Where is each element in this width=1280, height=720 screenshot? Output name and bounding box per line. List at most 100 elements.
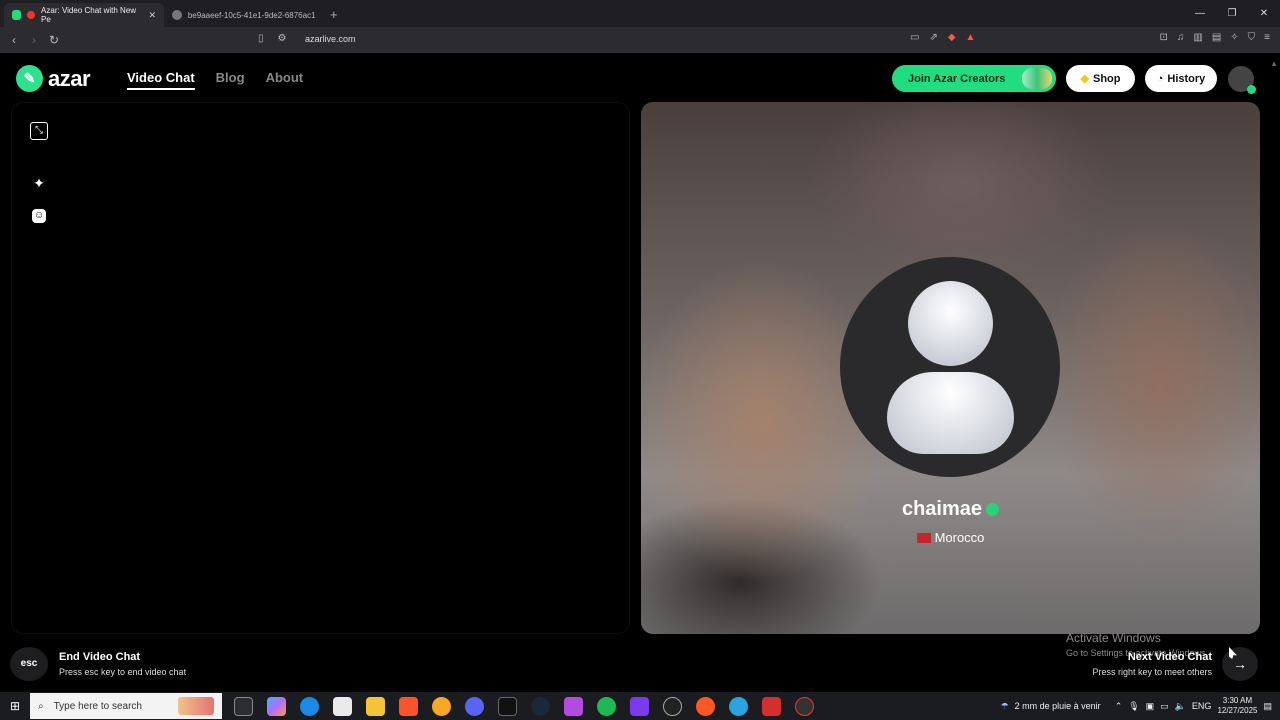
site-info-icon[interactable]: ⚙ — [278, 33, 287, 44]
avatar-head-icon — [908, 281, 993, 366]
face-sticker-icon[interactable]: ☺ — [32, 209, 46, 223]
window-controls: — ❐ ✕ — [1184, 0, 1280, 27]
screenshot-icon[interactable]: ⊡ — [1159, 32, 1167, 43]
creators-label: Join Azar Creators — [908, 72, 1006, 85]
nav-about[interactable]: About — [266, 70, 304, 90]
close-window-icon[interactable]: ✕ — [1248, 0, 1280, 27]
tab-title: Azar: Video Chat with New Pe — [41, 6, 137, 24]
peer-country: Morocco — [641, 530, 1260, 545]
windows-start-icon[interactable]: ⊞ — [0, 699, 30, 713]
sidebar-icon[interactable]: ▥ — [1193, 32, 1202, 43]
microphone-icon[interactable]: 🎙 — [1128, 701, 1139, 712]
task-view-icon[interactable] — [234, 696, 253, 716]
history-button[interactable]: ◔ History — [1145, 65, 1217, 92]
steam-icon[interactable] — [531, 696, 550, 716]
game-app-icon[interactable] — [762, 696, 781, 716]
shop-label: Shop — [1092, 72, 1121, 85]
maximize-icon[interactable]: ❐ — [1216, 0, 1248, 27]
nav-video-chat[interactable]: Video Chat — [127, 70, 195, 90]
copilot-icon[interactable] — [267, 696, 286, 716]
address-bar: ‹ › ↻ ▯ ⚙ azarlive.com ▭ ⇗ ◆ ▲ ⊡ ♫ ▥ ▤ ✧… — [0, 27, 1280, 53]
minimize-view-icon[interactable]: ⤡ — [30, 122, 48, 140]
forward-icon[interactable]: › — [24, 33, 44, 47]
weather-rain-icon: ☂ — [1000, 700, 1009, 711]
video-app-icon[interactable] — [564, 696, 583, 716]
search-highlight-icon — [178, 697, 214, 715]
wallet-icon[interactable]: ▤ — [1212, 32, 1221, 43]
network-icon[interactable]: ▭ — [1160, 701, 1169, 712]
diamond-icon: ◆ — [1080, 73, 1089, 85]
capcut-icon[interactable] — [498, 696, 517, 716]
search-placeholder: Type here to search — [53, 700, 142, 712]
profile-avatar[interactable] — [1228, 66, 1256, 94]
sparkle-effects-icon[interactable]: ✦ — [30, 174, 48, 192]
vpn-icon[interactable]: ⛉ — [1248, 32, 1256, 43]
menu-icon[interactable]: ≡ — [1264, 32, 1270, 43]
end-chat-key-button[interactable]: esc — [10, 647, 48, 681]
spotify-icon[interactable] — [597, 696, 616, 716]
taskbar-apps — [234, 696, 814, 716]
system-tray: ☂ 2 mm de pluie à venir ⌃ 🎙 ▣ ▭ 🔈 ENG 3:… — [1001, 692, 1280, 720]
avatar-body-icon — [887, 372, 1014, 454]
speaker-icon[interactable]: 🔈 — [1175, 701, 1186, 712]
globe-icon — [172, 10, 182, 20]
peer-name-text: chaimae — [901, 498, 983, 520]
url-field[interactable]: azarlive.com — [305, 34, 356, 44]
azar-logo[interactable]: ✎ azar — [16, 65, 91, 92]
file-explorer-icon[interactable] — [366, 696, 385, 716]
next-chat-title: Next Video Chat — [1127, 651, 1212, 663]
nav-blog[interactable]: Blog — [216, 70, 245, 90]
ai-icon[interactable]: ✧ — [1230, 32, 1238, 43]
notifications-icon[interactable]: ▤ — [1263, 701, 1272, 712]
language-indicator[interactable]: ENG — [1192, 701, 1212, 711]
tab-title: be9aaeef-10c5-41e1-9de2-6876ac17 — [187, 10, 316, 20]
search-icon: ⌕ — [38, 700, 44, 712]
recording-icon — [27, 11, 36, 19]
history-label: History — [1167, 72, 1206, 85]
edge-icon[interactable] — [300, 696, 319, 716]
obs-icon[interactable] — [663, 696, 682, 716]
back-icon[interactable]: ‹ — [4, 33, 24, 47]
media-icon[interactable]: ♫ — [1177, 32, 1185, 43]
end-chat-hint: Press esc key to end video chat — [59, 667, 187, 677]
share-icon[interactable]: ⇗ — [929, 32, 937, 43]
recorder-icon[interactable] — [795, 696, 814, 716]
browser-tab-bar: Azar: Video Chat with New Pe ✕ be9aaeef-… — [0, 0, 1280, 27]
taskbar-search[interactable]: ⌕ Type here to search — [30, 693, 222, 719]
minimize-icon[interactable]: — — [1184, 0, 1216, 27]
next-chat-arrow-button[interactable]: → — [1222, 647, 1258, 681]
windows-taskbar: ⊞ ⌕ Type here to search ☂ 2 mm de pluie … — [0, 692, 1280, 720]
next-chat-hint: Press right key to meet others — [1092, 667, 1212, 677]
reload-icon[interactable]: ↻ — [44, 33, 64, 47]
rewards-icon[interactable]: ▲ — [966, 32, 976, 43]
azar-logo-icon: ✎ — [16, 65, 43, 92]
store-icon[interactable] — [333, 696, 352, 716]
close-tab-icon[interactable]: ✕ — [148, 10, 156, 21]
join-creators-button[interactable]: Join Azar Creators — [892, 65, 1056, 92]
country-text: Morocco — [934, 530, 985, 545]
brave-shield-icon[interactable]: ◆ — [948, 32, 956, 43]
shop-button[interactable]: ◆ Shop — [1066, 65, 1135, 92]
chrome-icon[interactable] — [432, 696, 451, 716]
tray-overflow-icon[interactable]: ⌃ — [1115, 701, 1123, 712]
clock-time: 3:30 AM — [1222, 696, 1253, 705]
scroll-up-icon[interactable]: ▲ — [1270, 59, 1278, 68]
tab-second[interactable]: be9aaeef-10c5-41e1-9de2-6876ac17 — [164, 3, 324, 27]
discord-icon[interactable] — [465, 696, 484, 716]
site-root: ✎ azar Video Chat Blog About Join Azar C… — [0, 53, 1280, 681]
display-icon[interactable]: ▣ — [1146, 701, 1155, 712]
telegram-icon[interactable] — [729, 696, 748, 716]
bookmark-icon[interactable]: ▯ — [258, 33, 264, 44]
main-nav: Video Chat Blog About — [127, 70, 303, 90]
weather-widget[interactable]: ☂ 2 mm de pluie à venir — [1001, 701, 1101, 712]
tab-azar[interactable]: Azar: Video Chat with New Pe ✕ — [4, 3, 164, 27]
watermark-line1: Activate Windows — [1066, 631, 1161, 645]
taskbar-clock[interactable]: 3:30 AM 12/27/2025 — [1217, 696, 1257, 716]
peer-avatar — [840, 257, 1060, 477]
screen-recorder-icon[interactable] — [630, 696, 649, 716]
brave-icon[interactable] — [399, 696, 418, 716]
new-tab-icon[interactable]: + — [324, 7, 346, 27]
media-player-icon[interactable] — [696, 696, 715, 716]
peer-video-panel: chaimae Morocco — [641, 102, 1260, 634]
cast-icon[interactable]: ▭ — [910, 32, 919, 43]
